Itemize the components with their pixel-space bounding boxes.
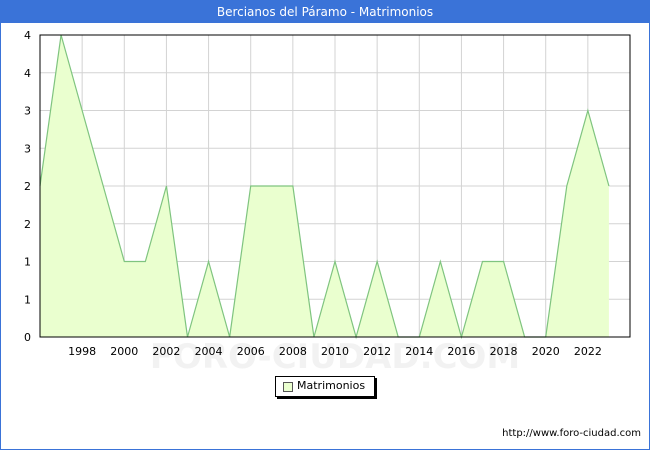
x-tick-label: 2022 <box>574 345 602 358</box>
legend-swatch <box>283 382 293 392</box>
y-tick-label: 4 <box>24 29 31 42</box>
y-tick-label: 0 <box>24 331 31 344</box>
y-tick-label: 1 <box>24 293 31 306</box>
y-tick-label: 4 <box>24 67 31 80</box>
legend: Matrimonios <box>275 376 375 397</box>
y-tick-label: 2 <box>24 180 31 193</box>
y-tick-label: 3 <box>24 142 31 155</box>
y-tick-label: 2 <box>24 218 31 231</box>
watermark: FORO-CIUDAD.COM <box>150 337 521 377</box>
x-tick-label: 1998 <box>68 345 96 358</box>
x-tick-label: 2000 <box>110 345 138 358</box>
x-tick-label: 2020 <box>532 345 560 358</box>
legend-label: Matrimonios <box>297 379 366 392</box>
y-tick-label: 1 <box>24 256 31 269</box>
y-tick-label: 3 <box>24 105 31 118</box>
footer-url[interactable]: http://www.foro-ciudad.com <box>502 428 641 439</box>
